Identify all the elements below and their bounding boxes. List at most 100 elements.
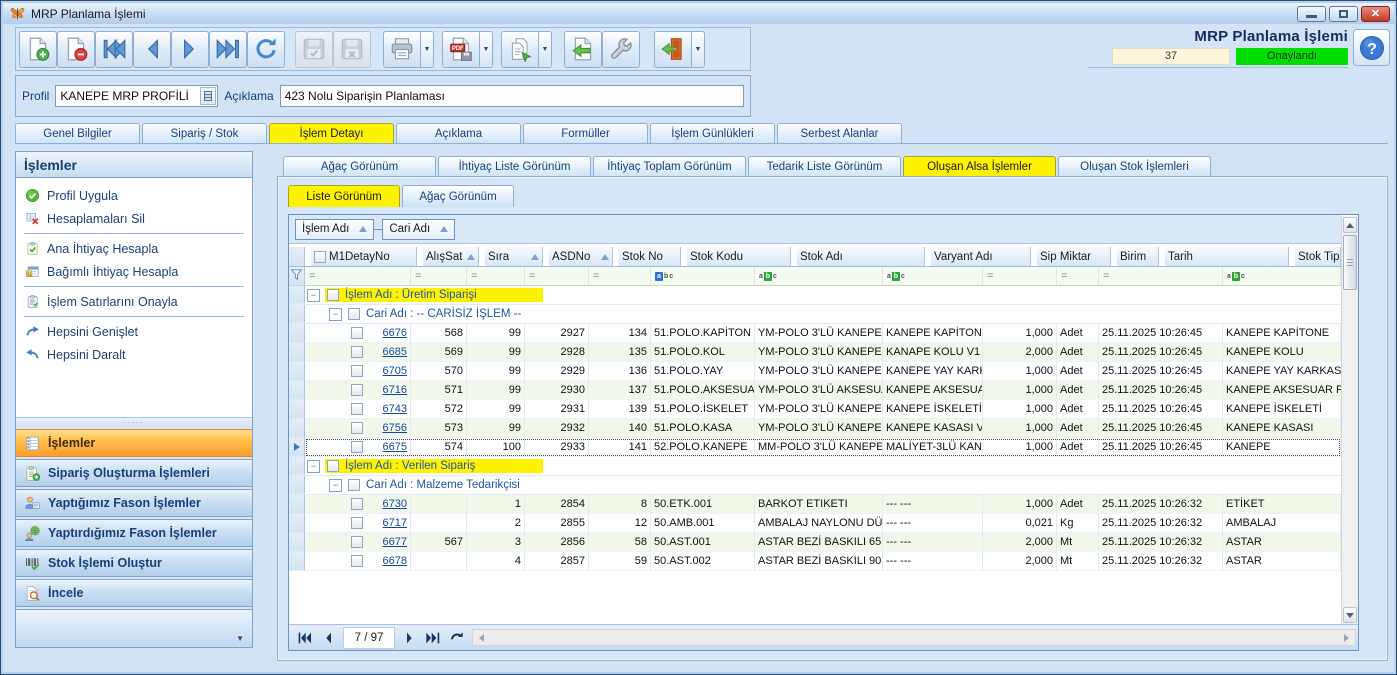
- table-row[interactable]: 670557099292913651.POLO.YAYYM-POLO 3'LÜ …: [289, 362, 1341, 381]
- filter-cell[interactable]: =: [1057, 267, 1099, 285]
- tab-sipariş-stok[interactable]: Sipariş / Stok: [142, 123, 267, 143]
- action-bağımlı-ihtiyaç-hesapla[interactable]: 01Bağımlı İhtiyaç Hesapla: [16, 260, 252, 283]
- record-link[interactable]: 6730: [383, 498, 407, 510]
- detail-tab-oluşan-alsa-işlemler[interactable]: Oluşan Alsa İşlemler: [903, 156, 1056, 177]
- table-row[interactable]: 673012854850.ETK.001BARKOT ETIKETI--- --…: [289, 495, 1341, 514]
- view-tab-liste-görünüm[interactable]: Liste Görünüm: [288, 185, 400, 207]
- table-row[interactable]: 6717228551250.AMB.001AMBALAJ NAYLONU DÜZ…: [289, 514, 1341, 533]
- tab-işlem-günlükleri[interactable]: İşlem Günlükleri: [650, 123, 775, 143]
- group-checkbox[interactable]: [327, 289, 339, 301]
- detail-tab-oluşan-stok-işlemleri[interactable]: Oluşan Stok İşlemleri: [1058, 156, 1211, 177]
- action-hepsini-daralt[interactable]: Hepsini Daralt: [16, 343, 252, 366]
- column-header-birim[interactable]: Birim: [1117, 247, 1159, 266]
- refresh-grid-button[interactable]: [445, 627, 469, 649]
- print-button[interactable]: [383, 31, 421, 68]
- filter-cell[interactable]: =: [411, 267, 467, 285]
- table-row[interactable]: 674357299293113951.POLO.İSKELETYM-POLO 3…: [289, 400, 1341, 419]
- collapse-group-icon[interactable]: −: [307, 460, 320, 473]
- table-row[interactable]: 6675574100293314152.POLO.KANEPEMM-POLO 3…: [289, 438, 1341, 457]
- filter-cell[interactable]: =: [467, 267, 525, 285]
- subgroup-checkbox[interactable]: [348, 479, 360, 491]
- exit-dropdown[interactable]: ▼: [692, 31, 705, 68]
- column-header-sıra[interactable]: Sıra: [485, 247, 543, 266]
- row-checkbox[interactable]: [351, 346, 363, 358]
- filter-cell[interactable]: abc: [651, 267, 755, 285]
- column-header-varyant-adı[interactable]: Varyant Adı: [931, 247, 1031, 266]
- collapse-subgroup-icon[interactable]: −: [329, 479, 342, 492]
- profil-lookup-button[interactable]: [200, 87, 216, 105]
- record-link[interactable]: 6678: [383, 555, 407, 567]
- table-row[interactable]: 675657399293214051.POLO.KASAYM-POLO 3'LÜ…: [289, 419, 1341, 438]
- export-pdf-button[interactable]: PDF: [442, 31, 480, 68]
- row-checkbox[interactable]: [351, 365, 363, 377]
- table-row[interactable]: 671657199293013751.POLO.AKSESUAYM-POLO 3…: [289, 381, 1341, 400]
- row-checkbox[interactable]: [351, 403, 363, 415]
- group-field-1[interactable]: Cari Adı: [382, 219, 455, 240]
- nav-yaptığımız-fason-işlemler[interactable]: Yaptığımız Fason İşlemler: [16, 489, 252, 517]
- tab-genel-bilgiler[interactable]: Genel Bilgiler: [15, 123, 140, 143]
- scroll-down-icon[interactable]: [1343, 607, 1357, 623]
- filter-cell[interactable]: abc: [1223, 267, 1341, 285]
- filter-cell[interactable]: =: [305, 267, 411, 285]
- table-row[interactable]: 667656899292713451.POLO.KAPİTONYM-POLO 3…: [289, 324, 1341, 343]
- action-profil-uygula[interactable]: Profil Uygula: [16, 184, 252, 207]
- scroll-up-icon[interactable]: [1343, 217, 1357, 233]
- filter-cell[interactable]: =: [525, 267, 589, 285]
- row-checkbox[interactable]: [351, 498, 363, 510]
- table-row[interactable]: 6678428575950.AST.002ASTAR BEZİ BASKILI …: [289, 552, 1341, 571]
- collapse-subgroup-icon[interactable]: −: [329, 308, 342, 321]
- action-hesaplamaları-sil[interactable]: Hesaplamaları Sil: [16, 207, 252, 230]
- row-checkbox[interactable]: [351, 441, 363, 453]
- tab-serbest-alanlar[interactable]: Serbest Alanlar: [777, 123, 902, 143]
- column-header-m1detayno[interactable]: M1DetayNo: [311, 247, 417, 266]
- table-row[interactable]: 668556999292813551.POLO.KOLYM-POLO 3'LÜ …: [289, 343, 1341, 362]
- last-page-button[interactable]: [421, 627, 445, 649]
- scroll-left-icon[interactable]: [474, 631, 489, 644]
- column-header-stok-tip-adı[interactable]: Stok Tip Adı: [1295, 247, 1341, 266]
- group-field-0[interactable]: İşlem Adı: [295, 219, 374, 240]
- maximize-button[interactable]: [1329, 6, 1358, 22]
- tab-formüller[interactable]: Formüller: [523, 123, 648, 143]
- action-ana-ihtiyaç-hesapla[interactable]: Ana İhtiyaç Hesapla: [16, 237, 252, 260]
- filter-cell[interactable]: abc: [883, 267, 983, 285]
- help-button[interactable]: ?: [1353, 29, 1390, 66]
- next-page-button[interactable]: [397, 627, 421, 649]
- record-link[interactable]: 6756: [383, 422, 407, 434]
- prev-page-button[interactable]: [317, 627, 341, 649]
- close-button[interactable]: ✕: [1361, 6, 1390, 22]
- tab-açıklama[interactable]: Açıklama: [396, 123, 521, 143]
- nav-incele[interactable]: İncele: [16, 579, 252, 607]
- subgroup-checkbox[interactable]: [348, 308, 360, 320]
- nav-stok-işlemi-oluştur[interactable]: Stok İşlemi Oluştur: [16, 549, 252, 577]
- column-header-stok-kodu[interactable]: Stok Kodu: [687, 247, 791, 266]
- nav-sipariş-oluşturma-işlemleri[interactable]: Sipariş Oluşturma İşlemleri: [16, 459, 252, 487]
- scroll-right-icon[interactable]: [1339, 631, 1354, 644]
- exit-button[interactable]: [654, 31, 692, 68]
- column-header-stok-no[interactable]: Stok No: [619, 247, 681, 266]
- record-link[interactable]: 6677: [383, 536, 407, 548]
- last-record-button[interactable]: [209, 31, 247, 68]
- grid-vertical-scrollbar[interactable]: [1341, 216, 1358, 624]
- record-link[interactable]: 6743: [383, 403, 407, 415]
- prev-record-button[interactable]: [133, 31, 171, 68]
- action-hepsini-genişlet[interactable]: Hepsini Genişlet: [16, 320, 252, 343]
- copy-record-button[interactable]: [501, 31, 539, 68]
- group-checkbox[interactable]: [327, 460, 339, 472]
- column-header-sip-miktar[interactable]: Sip Miktar: [1037, 247, 1111, 266]
- filter-cell[interactable]: abc: [755, 267, 883, 285]
- filter-cell[interactable]: =: [1099, 267, 1223, 285]
- delete-record-button[interactable]: [57, 31, 95, 68]
- record-link[interactable]: 6685: [383, 346, 407, 358]
- row-checkbox[interactable]: [351, 536, 363, 548]
- column-header-alışsat[interactable]: AlışSat: [423, 247, 479, 266]
- import-record-button[interactable]: [564, 31, 602, 68]
- detail-tab-ihtiyaç-toplam-görünüm[interactable]: İhtiyaç Toplam Görünüm: [593, 156, 746, 177]
- filter-cell[interactable]: =: [983, 267, 1057, 285]
- copy-record-dropdown[interactable]: ▼: [539, 31, 552, 68]
- sidebar-nav-overflow[interactable]: ▼: [16, 609, 252, 647]
- record-link[interactable]: 6705: [383, 365, 407, 377]
- print-dropdown[interactable]: ▼: [421, 31, 434, 68]
- profil-input[interactable]: [55, 85, 218, 107]
- view-tab-ağaç-görünüm[interactable]: Ağaç Görünüm: [402, 185, 514, 207]
- nav-işlemler[interactable]: İşlemler: [16, 429, 252, 457]
